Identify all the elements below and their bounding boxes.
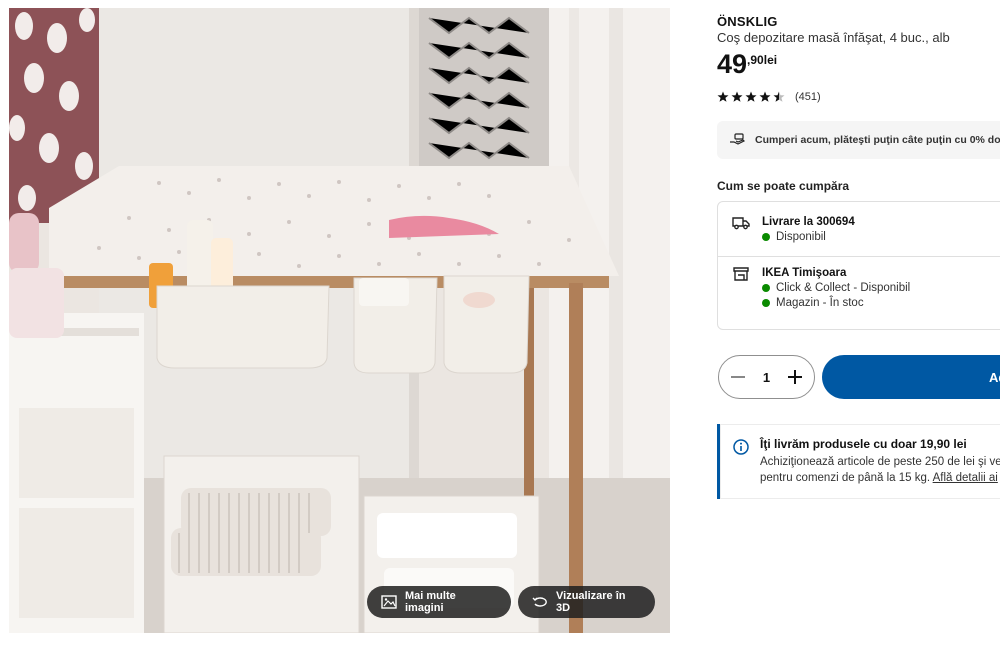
delivery-option[interactable]: Livrare la 300694 Disponibil — [732, 216, 855, 243]
quantity-value[interactable]: 1 — [763, 370, 770, 385]
quantity-stepper: 1 — [718, 355, 815, 399]
purchase-options-box: Livrare la 300694 Disponibil IKEA Timişo… — [717, 201, 1000, 330]
product-description: Coş depozitare masă înfăşat, 4 buc., alb — [717, 30, 950, 45]
rotate-3d-icon — [532, 597, 547, 607]
delivery-note-line1: Achiziţionează articole de peste 250 de … — [760, 456, 1000, 468]
installments-text: Cumperi acum, plăteşti puţin câte puţin … — [755, 134, 1000, 146]
in-store-status: Magazin - În stoc — [762, 297, 910, 309]
click-collect-text: Click & Collect - Disponibil — [776, 282, 911, 294]
click-collect-status: Click & Collect - Disponibil — [762, 282, 910, 294]
product-brand: ÖNSKLIG — [717, 14, 778, 29]
delivery-title: Livrare la 300694 — [762, 216, 855, 228]
product-rating[interactable]: (451) — [717, 91, 821, 103]
payment-hand-icon — [730, 133, 745, 145]
available-dot — [762, 233, 770, 241]
view-3d-label: Vizualizare în 3D — [556, 590, 626, 614]
truck-icon — [732, 217, 750, 230]
images-icon — [381, 595, 397, 609]
delivery-note-title: Îţi livrăm produsele cu doar 19,90 lei — [760, 437, 967, 451]
delivery-note-line2: pentru comenzi de până la 15 kg. Află de… — [760, 472, 998, 484]
in-store-text: Magazin - În stoc — [776, 297, 864, 309]
price-decimal: ,90 — [747, 53, 764, 67]
installments-banner[interactable]: Cumperi acum, plăteşti puţin câte puţin … — [717, 121, 1000, 159]
store-title: IKEA Timişoara — [762, 267, 847, 279]
product-photo-illustration — [9, 8, 670, 633]
more-images-label: Mai multe imagini — [405, 590, 456, 614]
product-info-panel: ÖNSKLIG Coş depozitare masă înfăşat, 4 b… — [717, 0, 1000, 646]
rating-stars-icon — [717, 91, 785, 102]
store-icon — [733, 267, 749, 281]
product-price: 49 ,90 lei — [717, 48, 777, 80]
learn-more-link[interactable]: Află detalii ai — [933, 472, 998, 484]
decrease-quantity-button[interactable] — [731, 370, 745, 384]
add-to-cart-button[interactable]: Ad — [822, 355, 1000, 399]
product-image[interactable]: Mai multe imagini Vizualizare în 3D — [9, 8, 670, 633]
delivery-note-line2-text: pentru comenzi de până la 15 kg. — [760, 472, 933, 484]
purchase-options-heading: Cum se poate cumpăra — [717, 179, 850, 193]
add-to-cart-label: Ad — [989, 369, 1000, 385]
more-images-button[interactable]: Mai multe imagini — [367, 586, 511, 618]
store-option[interactable]: IKEA Timişoara Click & Collect - Disponi… — [732, 267, 910, 309]
rating-count: (451) — [795, 91, 821, 103]
delivery-status-text: Disponibil — [776, 231, 826, 243]
available-dot — [762, 299, 770, 307]
price-currency: lei — [763, 53, 778, 67]
delivery-info-banner: Îţi livrăm produsele cu doar 19,90 lei A… — [717, 424, 1000, 499]
available-dot — [762, 284, 770, 292]
divider — [718, 256, 1000, 257]
view-3d-button[interactable]: Vizualizare în 3D — [518, 586, 655, 618]
increase-quantity-button[interactable] — [787, 370, 802, 384]
price-integer: 49 — [717, 49, 748, 79]
info-icon — [733, 439, 749, 455]
delivery-status: Disponibil — [762, 231, 855, 243]
